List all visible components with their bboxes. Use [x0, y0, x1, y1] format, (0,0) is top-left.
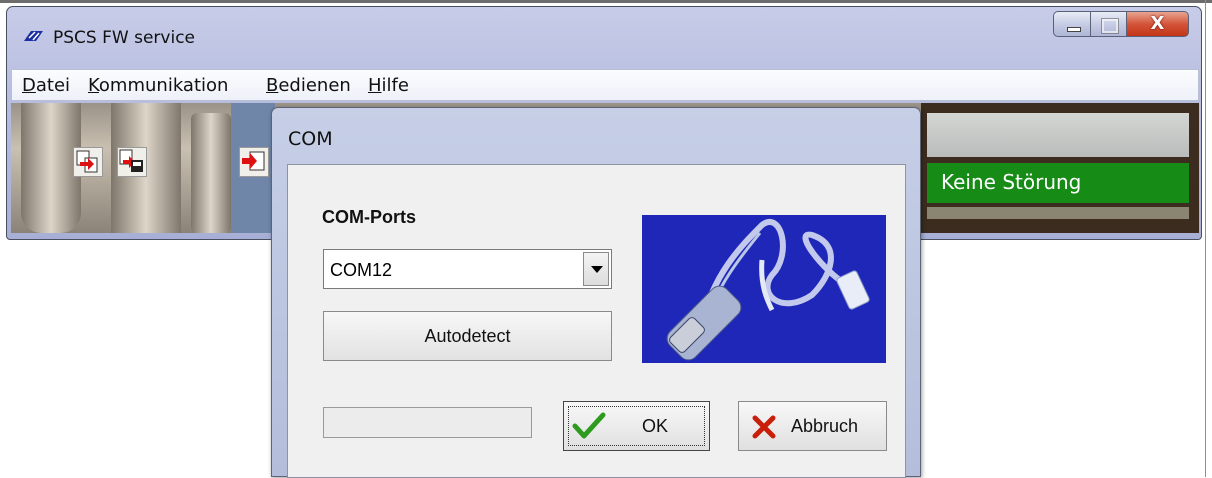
ok-button[interactable]: OK	[563, 401, 710, 451]
menu-bedienen-label: edienen	[278, 75, 351, 96]
cancel-label: Abbruch	[791, 416, 859, 436]
close-button[interactable]: X	[1127, 11, 1189, 37]
progress-bar	[323, 407, 532, 438]
menu-datei[interactable]: Datei	[22, 75, 70, 96]
background-pipe	[21, 103, 81, 233]
menu-hilfe-mnemonic: H	[368, 75, 382, 96]
com-port-value: COM12	[330, 260, 393, 280]
menu-datei-mnemonic: D	[22, 75, 36, 96]
toolbar-button-copy[interactable]	[73, 147, 103, 177]
toolbar-button-save[interactable]	[117, 147, 147, 177]
menu-kommunikation[interactable]: Kommunikation	[88, 75, 228, 96]
close-icon: X	[1150, 13, 1165, 34]
window-title: PSCS FW service	[53, 28, 195, 48]
right-border	[1205, 0, 1206, 477]
menu-bedienen[interactable]: Bedienen	[266, 75, 351, 96]
menu-hilfe-label: ilfe	[381, 75, 409, 96]
title-bar[interactable]: PSCS FW service X	[7, 7, 1201, 61]
status-indicator: Keine Störung	[927, 163, 1189, 203]
ok-label: OK	[642, 416, 669, 436]
menu-datei-label: atei	[35, 75, 71, 96]
com-port-select[interactable]: COM12	[323, 249, 612, 289]
menu-hilfe[interactable]: Hilfe	[368, 75, 409, 96]
minimize-button[interactable]	[1053, 11, 1091, 37]
chevron-down-icon[interactable]	[583, 252, 609, 286]
dialog-title: COM	[288, 128, 333, 150]
menu-bedienen-mnemonic: B	[266, 75, 279, 96]
menu-kommunikation-mnemonic: K	[88, 75, 99, 96]
window-controls: X	[1053, 11, 1189, 37]
usb-serial-adapter-image	[642, 215, 886, 363]
com-dialog: COM COM-Ports COM12 Autodetect OK Abbruc…	[271, 107, 921, 478]
copy-red-icon	[76, 150, 98, 173]
cancel-button[interactable]: Abbruch	[738, 401, 887, 451]
top-border	[0, 0, 1212, 3]
cancel-x-icon	[752, 415, 776, 439]
background-valve	[191, 113, 231, 233]
menu-bar: Datei Kommunikation Bedienen Hilfe	[11, 69, 1199, 101]
import-icon	[242, 151, 265, 171]
autodetect-button[interactable]: Autodetect	[323, 311, 612, 361]
maximize-button[interactable]	[1091, 11, 1127, 37]
usb-cable-illustration	[666, 219, 870, 361]
status-indicator-gray	[927, 113, 1189, 157]
maximize-icon	[1101, 18, 1119, 34]
status-footer	[927, 207, 1189, 219]
minimize-icon	[1067, 27, 1081, 32]
toolbar-button-import[interactable]	[239, 147, 269, 177]
dialog-body: COM-Ports COM12 Autodetect OK Abbruch	[287, 164, 906, 478]
save-icon	[119, 149, 143, 172]
app-logo-icon	[24, 31, 43, 41]
status-text: Keine Störung	[941, 170, 1082, 194]
menu-kommunikation-label: ommunikation	[98, 75, 229, 96]
checkmark-icon	[572, 412, 606, 439]
com-ports-label: COM-Ports	[322, 207, 416, 227]
